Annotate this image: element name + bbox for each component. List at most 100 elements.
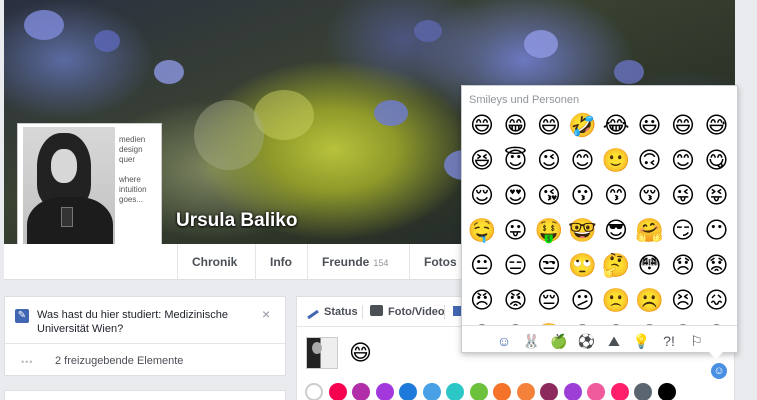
bunny-icon[interactable]: 🐰 <box>522 331 542 351</box>
emoji-cell[interactable]: 😶 <box>702 215 732 245</box>
soccer-ball-icon[interactable]: ⚽ <box>577 331 597 351</box>
friends-count: 154 <box>373 258 389 268</box>
tab-freunde[interactable]: Freunde 154 <box>307 244 402 280</box>
color-swatch[interactable] <box>563 383 582 400</box>
emoji-cell[interactable]: 😌 <box>467 180 497 210</box>
emoji-cell[interactable]: 🙄 <box>568 250 598 280</box>
picker-category-title: Smileys und Personen <box>469 94 580 106</box>
cover-flower <box>374 100 408 126</box>
emoji-cell[interactable]: 😣 <box>668 285 698 315</box>
cover-flower <box>94 30 120 52</box>
color-swatch[interactable] <box>375 383 394 400</box>
color-swatch[interactable] <box>328 383 347 400</box>
profile-picture-text: medien design quer where intuition goes.… <box>119 135 147 204</box>
composer-text-emoji[interactable]: 😄 <box>349 341 372 365</box>
facebook-profile-page: Ursula Baliko medien design quer where i… <box>0 0 757 400</box>
color-swatch[interactable] <box>305 383 323 400</box>
color-swatch[interactable] <box>540 383 558 400</box>
mountain-icon[interactable]: ⛰ <box>604 331 624 351</box>
color-swatch[interactable] <box>634 383 652 400</box>
emoji-cell[interactable]: 😆 <box>467 145 497 175</box>
ellipsis-icon: ••• <box>21 357 34 367</box>
emoji-cell[interactable]: 😄 <box>668 110 698 140</box>
emoji-cell[interactable]: 😕 <box>568 285 598 315</box>
emoji-button[interactable]: ☺ <box>711 363 727 379</box>
next-card <box>4 390 286 400</box>
color-swatch[interactable] <box>493 383 511 400</box>
flag-icon[interactable]: ⚐ <box>687 331 707 351</box>
emoji-cell[interactable]: 😡 <box>501 285 531 315</box>
emoji-cell[interactable]: 😗 <box>568 180 598 210</box>
color-swatch[interactable] <box>610 383 629 400</box>
emoji-cell[interactable]: 😞 <box>668 250 698 280</box>
emoji-cell[interactable]: 😝 <box>702 180 732 210</box>
emoji-cell[interactable]: 😜 <box>668 180 698 210</box>
lightbulb-icon[interactable]: 💡 <box>632 331 652 351</box>
emoji-cell[interactable]: 😘 <box>534 180 564 210</box>
color-swatch[interactable] <box>469 383 488 400</box>
emoji-cell[interactable]: 🤔 <box>601 250 631 280</box>
emoji-cell[interactable]: 🤑 <box>534 215 564 245</box>
color-swatch[interactable] <box>352 383 370 400</box>
emoji-cell[interactable]: 😛 <box>501 215 531 245</box>
emoji-cell[interactable]: 🙃 <box>635 145 665 175</box>
color-swatch[interactable] <box>657 383 676 400</box>
emoji-cell[interactable]: 😄 <box>467 110 497 140</box>
tab-info[interactable]: Info <box>255 244 306 280</box>
color-swatch[interactable] <box>422 383 441 400</box>
emoji-cell[interactable]: 😊 <box>668 145 698 175</box>
profile-name[interactable]: Ursula Baliko <box>176 210 297 232</box>
emoji-cell[interactable]: 😄 <box>534 110 564 140</box>
cover-flower <box>154 60 184 84</box>
camera-icon <box>370 305 383 316</box>
emoji-cell[interactable]: 😠 <box>467 285 497 315</box>
emoji-cell[interactable]: 🤤 <box>467 215 497 245</box>
emoji-category-bar: ☺ 🐰 🍏 ⚽ ⛰ 💡?! ⚐ <box>462 325 737 352</box>
emoji-cell[interactable]: 😑 <box>501 250 531 280</box>
tab-photo-video[interactable]: Foto/Video <box>370 297 445 327</box>
emoji-cell[interactable]: 😁 <box>501 110 531 140</box>
emoji-cell[interactable]: 😍 <box>501 180 531 210</box>
smiley-icon[interactable]: ☺ <box>494 331 514 351</box>
emoji-cell[interactable]: 😋 <box>702 145 732 175</box>
emoji-cell[interactable]: 😙 <box>601 180 631 210</box>
color-swatch[interactable] <box>587 383 605 400</box>
picker-caret <box>709 352 723 359</box>
emoji-cell[interactable]: 😖 <box>702 285 732 315</box>
emoji-cell[interactable]: 😉 <box>534 145 564 175</box>
emoji-cell[interactable]: 😂 <box>601 110 631 140</box>
emoji-cell[interactable]: 😔 <box>534 285 564 315</box>
emoji-cell[interactable]: 😇 <box>501 145 531 175</box>
close-icon[interactable]: × <box>262 306 270 322</box>
emoji-cell[interactable]: 🤓 <box>568 215 598 245</box>
color-swatch[interactable] <box>516 383 535 400</box>
apple-icon[interactable]: 🍏 <box>549 331 569 351</box>
divider <box>362 305 363 319</box>
edit-icon: ✎ <box>15 309 29 323</box>
emoji-cell[interactable]: 🙂 <box>601 145 631 175</box>
cover-flower <box>614 60 644 84</box>
emoji-cell[interactable]: 😃 <box>635 110 665 140</box>
emoji-cell[interactable]: 😅 <box>702 110 732 140</box>
tab-chronik[interactable]: Chronik <box>177 244 251 280</box>
emoji-cell[interactable]: 😎 <box>601 215 631 245</box>
cover-flower <box>524 30 558 58</box>
emoji-cell[interactable]: ☹️ <box>635 285 665 315</box>
emoji-cell[interactable]: 😏 <box>668 215 698 245</box>
emoji-cell[interactable]: 😚 <box>635 180 665 210</box>
emoji-cell[interactable]: 🙁 <box>601 285 631 315</box>
color-swatch[interactable] <box>399 383 417 400</box>
emoji-cell[interactable]: 😒 <box>534 250 564 280</box>
pending-items-link[interactable]: 2 freizugebende Elemente <box>55 355 183 367</box>
color-swatch[interactable] <box>446 383 464 400</box>
emoji-cell[interactable]: 😊 <box>568 145 598 175</box>
emoji-cell[interactable]: 🤣 <box>568 110 598 140</box>
tab-status[interactable]: Status <box>307 297 358 327</box>
emoji-cell[interactable]: 🤗 <box>635 215 665 245</box>
symbols-icon[interactable]: ?! <box>659 331 679 351</box>
emoji-cell[interactable]: 😳 <box>635 250 665 280</box>
emoji-picker: Smileys und Personen 😄 😁 😄 🤣 😂 😃 😄 😅 😆 😇 😉 😊 🙂 🙃 😊 😋 😌 😍 😘… <box>461 85 738 353</box>
emoji-cell[interactable]: 😐 <box>467 250 497 280</box>
education-question[interactable]: Was hast du hier studiert: Medizinische … <box>37 308 257 336</box>
emoji-cell[interactable]: 😟 <box>702 250 732 280</box>
